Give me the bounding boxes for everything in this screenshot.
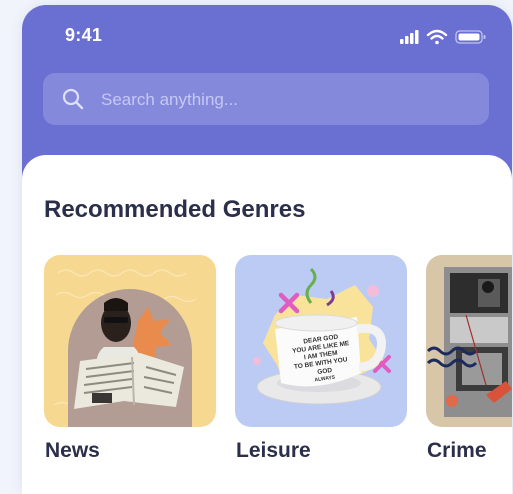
leisure-illustration: DEAR GOD YOU ARE LIKE ME I AM THEM TO BE… [235, 255, 407, 427]
genre-thumbnail-leisure: DEAR GOD YOU ARE LIKE ME I AM THEM TO BE… [235, 255, 407, 427]
content-sheet: Recommended Genres News DEAR GOD YOU ARE… [22, 155, 512, 494]
status-icons [400, 27, 492, 47]
genre-card-news[interactable]: News [44, 255, 216, 462]
genre-card-leisure[interactable]: DEAR GOD YOU ARE LIKE ME I AM THEM TO BE… [235, 255, 407, 462]
phone-screen: 9:41 Search anything... Recommended Genr… [22, 5, 512, 494]
search-bar[interactable] [43, 73, 489, 125]
status-bar: 9:41 [22, 5, 512, 65]
genre-label-leisure: Leisure [236, 439, 311, 462]
news-illustration [44, 255, 216, 427]
genre-label-crime: Crime [427, 439, 487, 462]
signal-icon [400, 30, 419, 44]
search-icon [62, 88, 84, 110]
search-input[interactable] [99, 85, 473, 115]
section-title: Recommended Genres [44, 196, 306, 223]
crime-illustration [426, 255, 512, 427]
wifi-icon [426, 29, 448, 45]
status-time: 9:41 [65, 25, 103, 45]
genre-label-news: News [45, 439, 100, 462]
battery-icon [455, 30, 486, 44]
genre-thumbnail-news [44, 255, 216, 427]
status-icons-svg [400, 29, 486, 45]
genre-card-crime[interactable]: Crime [426, 255, 512, 462]
genre-thumbnail-crime [426, 255, 512, 427]
